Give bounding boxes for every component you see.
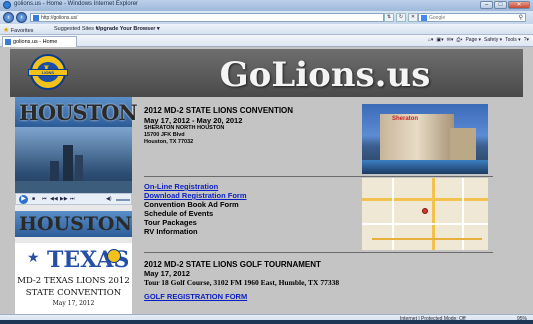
fast-forward-icon[interactable]: ▶▶ — [60, 196, 68, 202]
play-icon[interactable]: ▶ — [19, 195, 28, 204]
close-button[interactable]: ✕ — [508, 1, 530, 9]
command-bar: ⌂▾ ▣▾ ✉▾ ⎙▾ Page ▾ Safety ▾ Tools ▾ ?▾ — [428, 37, 529, 43]
help-icon[interactable]: ?▾ — [524, 37, 529, 43]
window-title: golions.us - Home - Windows Internet Exp… — [14, 1, 139, 7]
texas-convention-image: ★ TEXAS MD-2 TEXAS LIONS 2012 STATE CONV… — [15, 243, 132, 314]
map-pin-icon — [422, 208, 428, 214]
tab-home[interactable]: golions.us - Home — [2, 36, 77, 47]
tab-favicon-icon — [5, 39, 11, 45]
houston-banner-image: HOUSTON — [15, 97, 138, 127]
texas-icon: ★ — [27, 249, 40, 265]
mail-icon[interactable]: ✉▾ — [447, 37, 454, 43]
stop-icon[interactable]: ■ — [32, 196, 35, 202]
golf-date: May 17, 2012 — [144, 269, 190, 278]
golf-title: 2012 MD-2 STATE LIONS GOLF TOURNAMENT — [144, 260, 321, 269]
feeds-icon[interactable]: ▣▾ — [436, 37, 443, 43]
video-controls: ▶ ■ ⏮ ◀◀ ▶▶ ⏭ ◀) — [15, 193, 132, 205]
stop-icon[interactable]: ✕ — [408, 13, 418, 22]
golf-registration-link[interactable]: GOLF REGISTRATION FORM — [144, 292, 247, 301]
tab-bar: golions.us - Home ⌂▾ ▣▾ ✉▾ ⎙▾ Page ▾ Saf… — [0, 35, 533, 47]
download-registration-link[interactable]: Download Registration Form — [144, 191, 247, 200]
search-placeholder: Google — [429, 15, 446, 21]
convention-dates: May 17, 2012 - May 20, 2012 — [144, 116, 243, 125]
schedule-of-events[interactable]: Schedule of Events — [144, 209, 213, 218]
upgrade-browser-link[interactable]: Upgrade Your Browser ▾ — [96, 26, 160, 32]
site-banner: L LIONS GoLions.us — [10, 49, 523, 97]
site-title: GoLions.us — [219, 55, 431, 95]
tools-menu[interactable]: Tools ▾ — [505, 37, 521, 43]
rv-information[interactable]: RV Information — [144, 227, 198, 236]
hotel-photo: Sheraton — [362, 104, 488, 174]
convention-city: Houston, TX 77032 — [144, 139, 194, 145]
minimize-button[interactable]: – — [480, 1, 493, 9]
taskbar — [0, 320, 533, 324]
favicon-icon — [33, 15, 39, 21]
location-map[interactable] — [362, 178, 488, 250]
print-icon[interactable]: ⎙▾ — [456, 37, 462, 43]
tab-label: golions.us - Home — [13, 39, 58, 45]
url-text: http://golions.us/ — [41, 15, 78, 21]
volume-slider[interactable] — [116, 199, 130, 201]
search-input[interactable]: Google ⚲ — [418, 13, 526, 22]
page-menu[interactable]: Page ▾ — [465, 37, 481, 43]
url-actions: ⇅ ↻ ✕ — [384, 13, 418, 22]
star-icon: ★ — [3, 27, 10, 34]
page-content: L LIONS GoLions.us HOUSTON ▶ ■ ⏮ ◀◀ ▶▶ ⏭… — [0, 47, 533, 314]
tour-packages[interactable]: Tour Packages — [144, 218, 197, 227]
convention-book-ad-form[interactable]: Convention Book Ad Form — [144, 200, 239, 209]
forward-button[interactable]: › — [16, 12, 27, 23]
compat-view-icon[interactable]: ⇅ — [384, 13, 394, 22]
search-icon[interactable]: ⚲ — [519, 14, 523, 21]
rewind-icon[interactable]: ◀◀ — [50, 196, 58, 202]
golf-course: Tour 18 Golf Course, 3102 FM 1960 East, … — [144, 278, 340, 287]
next-icon[interactable]: ⏭ — [70, 196, 75, 202]
title-bar: golions.us - Home - Windows Internet Exp… — [0, 0, 533, 11]
left-media-column: HOUSTON ▶ ■ ⏮ ◀◀ ▶▶ ⏭ ◀) HOUSTON ★ TEXAS… — [15, 97, 138, 314]
suggested-sites-link[interactable]: Suggested Sites ▾ — [54, 26, 98, 32]
lions-logo: L LIONS — [28, 54, 68, 90]
refresh-icon[interactable]: ↻ — [396, 13, 406, 22]
video-player[interactable] — [15, 127, 132, 193]
favorites-bar: ★ Favorites Suggested Sites ▾ Upgrade Yo… — [0, 24, 533, 35]
address-bar: ‹ › http://golions.us/ ⇅ ↻ ✕ Google ⚲ — [0, 11, 533, 24]
back-button[interactable]: ‹ — [3, 12, 14, 23]
maximize-button[interactable]: □ — [494, 1, 507, 9]
online-registration-link[interactable]: On-Line Registration — [144, 182, 218, 191]
previous-icon[interactable]: ⏮ — [42, 196, 47, 202]
url-input[interactable]: http://golions.us/ — [30, 13, 384, 22]
divider-2 — [144, 252, 493, 253]
volume-icon[interactable]: ◀) — [106, 196, 112, 202]
favorites-button[interactable]: ★ Favorites — [3, 26, 33, 34]
convention-title: 2012 MD-2 STATE LIONS CONVENTION — [144, 106, 294, 115]
ie-icon — [3, 1, 11, 9]
convention-venue: SHERATON NORTH HOUSTON — [144, 125, 225, 131]
lions-mini-logo — [107, 249, 121, 263]
divider-1 — [144, 176, 493, 177]
convention-street: 15700 JFK Blvd — [144, 132, 185, 138]
safety-menu[interactable]: Safety ▾ — [484, 37, 502, 43]
google-icon — [421, 15, 427, 21]
window-controls: – □ ✕ — [480, 1, 530, 9]
houston-banner-image-2: HOUSTON — [15, 211, 132, 237]
home-icon[interactable]: ⌂▾ — [428, 37, 434, 43]
